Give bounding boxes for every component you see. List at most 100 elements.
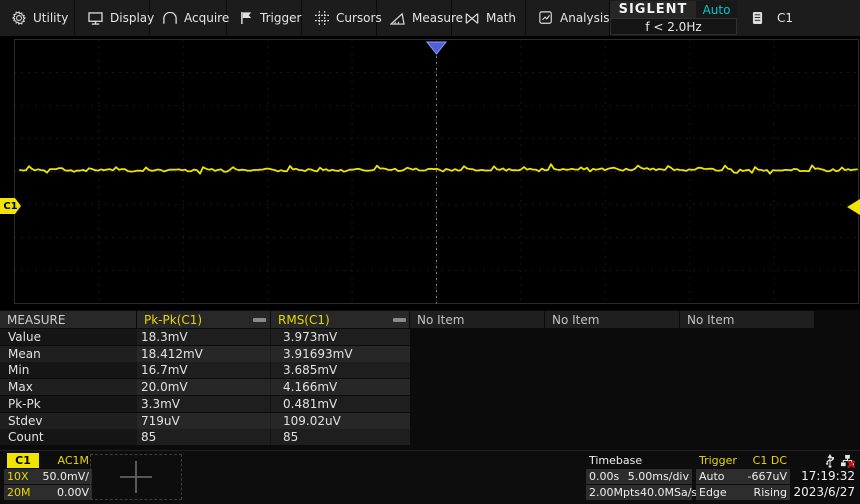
- measure-value-pkpk: 719uV: [141, 413, 180, 428]
- bottom-status-bar: C1 AC1M 10X 50.0mV/ 20M 0.00V Timebase 0…: [0, 450, 860, 504]
- measure-row-label: Count: [8, 430, 44, 445]
- measure-row-label: Stdev: [8, 413, 43, 428]
- flag-icon: [241, 11, 252, 25]
- brand-logo: SIGLENT: [610, 1, 696, 18]
- measure-title: MEASURE: [0, 311, 136, 328]
- measure-value-pkpk: 16.7mV: [141, 363, 188, 378]
- measure-col-pkpk[interactable]: Pk-Pk(C1): [137, 311, 270, 328]
- measure-row-label: Min: [8, 363, 30, 378]
- math-icon: [465, 12, 479, 24]
- timebase-scale: 5.00ms/div: [627, 470, 689, 483]
- trigger-source-coupling: C1 DC: [752, 454, 787, 467]
- measure-value-pkpk: 18.412mV: [141, 346, 203, 361]
- measure-value-rms: 4.166mV: [283, 380, 338, 395]
- measure-value-rms: 85: [283, 430, 299, 445]
- waveform-display-area[interactable]: C1: [0, 36, 860, 310]
- measure-row-pk-pk: Pk-Pk 3.3mV 0.481mV: [0, 395, 410, 412]
- measure-row-label: Value: [8, 330, 41, 344]
- collapse-rms-button[interactable]: [393, 318, 406, 322]
- timebase-label: Timebase: [589, 454, 643, 467]
- oscilloscope-screen: Utility Display Acquire Trigger Cursors …: [0, 0, 860, 504]
- trigger-type: Edge: [699, 486, 727, 499]
- menu-cursors[interactable]: Cursors: [303, 0, 382, 36]
- measure-icon: [390, 12, 405, 25]
- measure-row-label: Mean: [8, 346, 41, 361]
- menu-math-label: Math: [486, 11, 517, 25]
- trigger-slope: Rising: [753, 486, 787, 499]
- timebase-memory-depth: 2.00Mpts: [589, 486, 641, 499]
- measure-value-rms: 0.481mV: [283, 396, 338, 411]
- trigger-descriptor-box[interactable]: Trigger C1 DC Auto -667uV Edge Rising: [696, 453, 790, 501]
- collapse-pkpk-button[interactable]: [253, 318, 266, 322]
- menu-display-label: Display: [110, 11, 155, 25]
- status-block: SIGLENT Auto f < 2.0Hz: [610, 0, 737, 36]
- menu-utility[interactable]: Utility: [0, 0, 75, 36]
- cursors-icon: [315, 11, 329, 25]
- menu-analysis-label: Analysis: [560, 11, 610, 25]
- channel1-offset: 0.00V: [56, 486, 89, 499]
- add-channel-icon: [120, 461, 152, 493]
- trigger-level-marker[interactable]: [847, 199, 860, 215]
- frequency-counter: f < 2.0Hz: [610, 18, 737, 35]
- acquisition-status: Auto: [696, 1, 737, 18]
- menu-analysis[interactable]: Analysis: [527, 0, 610, 36]
- menu-measure[interactable]: Measure: [378, 0, 463, 36]
- timebase-descriptor-box[interactable]: Timebase 0.00s 5.00ms/div 2.00Mpts 40.0M…: [586, 453, 697, 501]
- timebase-sample-rate: 40.0MSa/s: [640, 486, 698, 499]
- top-menu-bar: Utility Display Acquire Trigger Cursors …: [0, 0, 860, 36]
- system-time: 17:19:32: [801, 469, 855, 483]
- acquire-icon: [163, 11, 177, 24]
- measure-row-max: Max 20.0mV 4.166mV: [0, 379, 410, 396]
- measure-row-mean: Mean 18.412mV 3.91693mV: [0, 345, 410, 362]
- measure-col-rms[interactable]: RMS(C1): [271, 311, 409, 328]
- system-status-column: 17:19:32 2023/6/27: [793, 453, 857, 501]
- measure-slot-empty-3[interactable]: No Item: [680, 311, 814, 328]
- measure-panel: MEASURE Pk-Pk(C1) RMS(C1) No Item No Ite…: [0, 310, 860, 450]
- measure-row-label: Pk-Pk: [8, 396, 41, 411]
- channel1-bandwidth-limit: 20M: [7, 486, 31, 499]
- usb-icon: [826, 453, 834, 468]
- menu-acquire[interactable]: Acquire: [151, 0, 230, 36]
- measure-slot-empty-2[interactable]: No Item: [545, 311, 679, 328]
- trigger-level: -667uV: [747, 470, 787, 483]
- menu-display[interactable]: Display: [76, 0, 154, 36]
- measure-value-pkpk: 3.3mV: [141, 396, 180, 411]
- measure-row-count: Count 85 85: [0, 429, 410, 446]
- active-channel-label: C1: [777, 11, 794, 25]
- measure-value-pkpk: 85: [141, 430, 157, 445]
- channel1-coupling: AC1M: [57, 454, 89, 467]
- measure-value-rms: 3.685mV: [283, 363, 338, 378]
- trigger-label: Trigger: [699, 454, 737, 467]
- system-date: 2023/6/27: [793, 485, 855, 499]
- measure-row-label: Max: [8, 380, 33, 395]
- gear-icon: [12, 11, 26, 25]
- channel1-name-tag: C1: [7, 453, 39, 468]
- measure-slot-empty-1[interactable]: No Item: [410, 311, 544, 328]
- measure-value-rms: 3.973mV: [283, 330, 338, 344]
- analysis-icon: [539, 11, 552, 24]
- measure-row-value: Value 18.3mV 3.973mV: [0, 329, 410, 345]
- add-channel-box[interactable]: [90, 454, 182, 500]
- channel1-descriptor-box[interactable]: C1 AC1M 10X 50.0mV/ 20M 0.00V: [4, 453, 92, 501]
- measure-row-min: Min 16.7mV 3.685mV: [0, 362, 410, 379]
- lan-disconnected-icon: [840, 454, 855, 468]
- c1-waveform-trace: [19, 163, 858, 175]
- measure-value-pkpk: 20.0mV: [141, 380, 188, 395]
- channel1-volt-scale: 50.0mV/: [42, 470, 89, 483]
- trigger-mode: Auto: [699, 470, 725, 483]
- menu-trigger[interactable]: Trigger: [228, 0, 302, 36]
- display-icon: [88, 11, 103, 25]
- menu-utility-label: Utility: [33, 11, 69, 25]
- measure-value-rms: 109.02uV: [283, 413, 341, 428]
- channel-list-icon: [752, 12, 763, 24]
- channel1-probe-atten: 10X: [7, 470, 29, 483]
- timebase-delay: 0.00s: [589, 470, 620, 483]
- measure-row-stdev: Stdev 719uV 109.02uV: [0, 412, 410, 429]
- menu-trigger-label: Trigger: [260, 11, 302, 25]
- measure-value-rms: 3.91693mV: [283, 346, 353, 361]
- active-channel-badge[interactable]: C1: [752, 0, 793, 36]
- menu-acquire-label: Acquire: [184, 11, 230, 25]
- measure-value-pkpk: 18.3mV: [141, 330, 188, 344]
- menu-math[interactable]: Math: [453, 0, 526, 36]
- menu-cursors-label: Cursors: [336, 11, 382, 25]
